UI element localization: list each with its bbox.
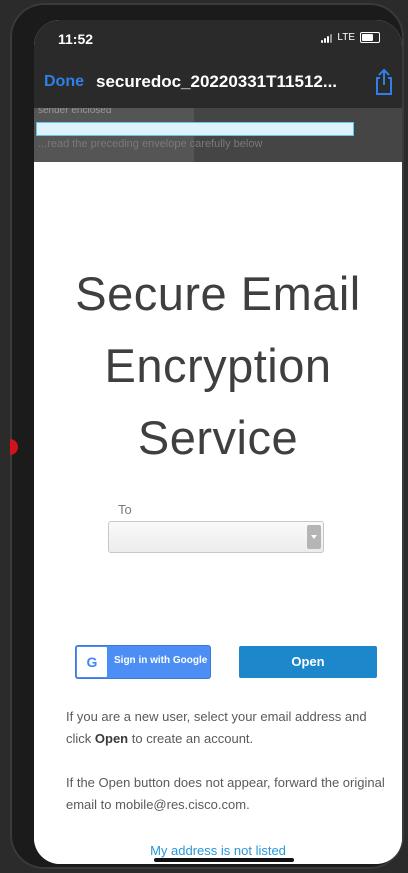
title-line-2: Encryption xyxy=(104,339,332,392)
home-indicator[interactable] xyxy=(154,858,294,862)
new-user-instructions: If you are a new user, select your email… xyxy=(66,706,386,750)
status-bar: 11:52 LTE xyxy=(34,20,402,54)
share-icon[interactable] xyxy=(372,68,396,96)
highlight-bar xyxy=(36,122,354,136)
dropdown-arrow-icon[interactable] xyxy=(307,525,321,549)
title-line-1: Secure Email xyxy=(75,267,361,320)
banner-ghost-text-1: sender enclosed xyxy=(38,108,112,116)
title-line-3: Service xyxy=(137,411,299,464)
google-signin-label: Sign in with Google xyxy=(114,655,208,666)
page-title: Secure Email Encryption Service xyxy=(34,258,402,474)
phone-frame: 11:52 LTE Done securedoc_20220331T11512.… xyxy=(10,3,404,869)
google-signin-button[interactable]: G Sign in with Google xyxy=(76,646,210,678)
nav-bar: Done securedoc_20220331T11512... xyxy=(34,68,402,98)
to-label: To xyxy=(118,502,132,517)
open-button[interactable]: Open xyxy=(239,646,377,678)
document-title: securedoc_20220331T11512... xyxy=(96,72,338,91)
network-label: LTE xyxy=(337,32,355,43)
signal-icon xyxy=(321,33,333,43)
p1-text-c: to create an account. xyxy=(128,731,254,746)
address-not-listed-link[interactable]: My address is not listed xyxy=(34,843,402,858)
battery-icon xyxy=(360,32,380,43)
to-address-select[interactable] xyxy=(108,521,324,553)
google-icon: G xyxy=(77,647,107,677)
preview-banner: sender enclosed ...read the preceding en… xyxy=(34,108,402,162)
done-button[interactable]: Done xyxy=(44,73,84,91)
main-content: Secure Email Encryption Service To G Sig… xyxy=(34,162,402,864)
status-indicators: LTE xyxy=(321,32,380,43)
side-indicator xyxy=(10,439,18,455)
forward-instructions: If the Open button does not appear, forw… xyxy=(66,775,385,812)
banner-ghost-text-2: ...read the preceding envelope carefully… xyxy=(38,138,263,150)
p1-open-emphasis: Open xyxy=(94,731,129,746)
screen: 11:52 LTE Done securedoc_20220331T11512.… xyxy=(34,20,402,864)
status-time: 11:52 xyxy=(58,31,94,47)
top-bar: 11:52 LTE Done securedoc_20220331T11512.… xyxy=(34,20,402,108)
